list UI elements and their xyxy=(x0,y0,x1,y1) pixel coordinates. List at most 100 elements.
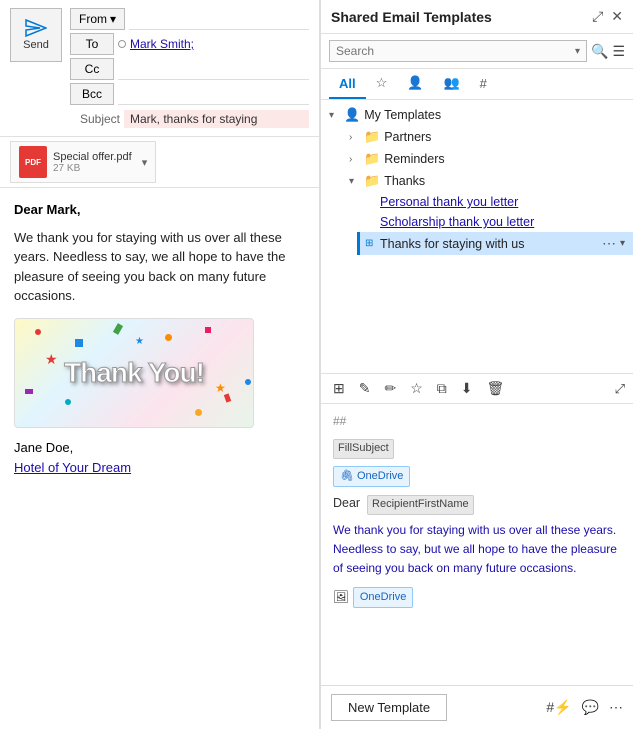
more-options-icon[interactable]: ⋯ xyxy=(609,699,623,716)
preview-dear: Dear RecipientFirstName xyxy=(333,493,621,515)
delete-icon[interactable]: 🗑 xyxy=(483,378,509,399)
person-icon: 👤 xyxy=(344,107,360,123)
edit-template-icon[interactable]: ✎ xyxy=(355,378,375,399)
attachment-info: Special offer.pdf 27 KB xyxy=(53,151,132,174)
email-header: Send From ▾ To Mark Smith; xyxy=(0,0,319,137)
template-icon: ⊞ xyxy=(365,238,377,249)
tab-shared[interactable]: 👥 xyxy=(433,69,469,99)
search-input[interactable] xyxy=(336,44,575,58)
recipient-first-name-tag: RecipientFirstName xyxy=(367,495,474,515)
copy-icon[interactable]: ⧉ xyxy=(433,378,451,399)
from-button[interactable]: From ▾ xyxy=(70,8,125,30)
template-toolbar: ⊞ ✎ ✏ ☆ ⧉ ⬇ 🗑 ⤢ xyxy=(321,373,633,404)
pencil-icon[interactable]: ✏ xyxy=(380,378,400,399)
download-icon[interactable]: ⬇ xyxy=(457,378,477,399)
to-label: To xyxy=(86,37,99,51)
expand-icon[interactable]: ⤢ xyxy=(615,381,625,397)
pdf-icon: PDF xyxy=(19,146,47,178)
recipient-name[interactable]: Mark Smith; xyxy=(130,37,194,51)
onedrive-tag: 🖇 OneDrive xyxy=(333,466,410,488)
filter-icon[interactable]: ☰ xyxy=(612,43,625,60)
email-body-text: We thank you for staying with us over al… xyxy=(14,228,305,306)
right-panel: Shared Email Templates ⤢ ✕ ▾ 🔍 ☰ All ☆ 👤… xyxy=(320,0,633,729)
bcc-label: Bcc xyxy=(82,87,102,101)
search-bar: ▾ 🔍 ☰ xyxy=(321,34,633,69)
more-button[interactable]: ⋯ xyxy=(598,235,620,252)
tree-item-personal-thank[interactable]: Personal thank you letter xyxy=(357,192,633,212)
folder-icon: 📁 xyxy=(364,129,380,145)
attachment-chevron: ▾ xyxy=(142,156,148,169)
attachment-name: Special offer.pdf xyxy=(53,151,132,163)
folder-icon: 📁 xyxy=(364,151,380,167)
bcc-input[interactable] xyxy=(118,83,309,105)
search-dropdown-icon[interactable]: ▾ xyxy=(575,46,580,57)
attachment-symbol-bottom: 🖼 xyxy=(333,587,349,607)
thank-you-image: ★ ★ ★ Thank You! xyxy=(14,318,254,428)
tree-item-thanks-staying[interactable]: ⊞ Thanks for staying with us ⋯ ▾ xyxy=(357,232,633,255)
tab-personal[interactable]: 👤 xyxy=(397,69,433,99)
cc-input[interactable] xyxy=(118,58,309,80)
to-button[interactable]: To xyxy=(70,33,114,55)
preview-hash: ## xyxy=(333,412,621,431)
cc-row: Cc xyxy=(70,58,309,80)
from-label: From xyxy=(79,12,107,26)
send-icon xyxy=(25,19,47,37)
chevron-down-icon: ▾ xyxy=(349,176,361,187)
my-templates-label: My Templates xyxy=(364,108,625,122)
pin-icon[interactable]: ⤢ xyxy=(592,8,603,25)
star-icon[interactable]: ☆ xyxy=(406,378,427,399)
email-panel: Send From ▾ To Mark Smith; xyxy=(0,0,320,729)
panel-header-icons: ⤢ ✕ xyxy=(592,8,623,25)
chat-icon[interactable]: 💬 xyxy=(582,699,599,716)
new-template-label: New Template xyxy=(348,700,430,715)
tab-favorites[interactable]: ☆ xyxy=(366,69,398,99)
personal-thank-label: Personal thank you letter xyxy=(380,195,625,209)
fields-area: From ▾ To Mark Smith; Cc xyxy=(70,8,309,128)
subject-value: Mark, thanks for staying xyxy=(124,110,309,128)
onedrive-row: 🖇 OneDrive xyxy=(333,465,621,488)
chevron-right-icon: › xyxy=(349,154,361,165)
cc-button[interactable]: Cc xyxy=(70,58,114,80)
tree-item-my-templates[interactable]: ▾ 👤 My Templates xyxy=(321,104,633,126)
hotel-link[interactable]: Hotel of Your Dream xyxy=(14,460,131,475)
onedrive-bottom-tag: OneDrive xyxy=(353,587,413,609)
subject-row: Subject Mark, thanks for staying xyxy=(70,110,309,128)
chevron-right-icon: › xyxy=(349,132,361,143)
email-toolbar: Send From ▾ To Mark Smith; xyxy=(10,8,309,128)
preview-body-text: We thank you for staying with us over al… xyxy=(333,521,621,579)
attachment-symbol: 🖇 xyxy=(340,468,354,486)
tree-item-scholarship[interactable]: Scholarship thank you letter xyxy=(357,212,633,232)
send-button[interactable]: Send xyxy=(10,8,62,62)
from-chevron: ▾ xyxy=(110,12,116,26)
template-preview: ## FillSubject 🖇 OneDrive Dear Recipient… xyxy=(321,404,633,685)
signature-name: Jane Doe, xyxy=(14,438,305,459)
dropdown-arrow[interactable]: ▾ xyxy=(620,238,625,249)
tree-item-partners[interactable]: › 📁 Partners xyxy=(341,126,633,148)
lightning-icon[interactable]: #⚡ xyxy=(546,699,571,716)
selected-bar xyxy=(357,232,360,255)
thank-you-text: Thank You! xyxy=(64,352,204,394)
reminders-label: Reminders xyxy=(384,152,625,166)
close-icon[interactable]: ✕ xyxy=(611,8,623,25)
tab-all[interactable]: All xyxy=(329,70,366,99)
search-input-wrap: ▾ xyxy=(329,40,587,62)
scholarship-label: Scholarship thank you letter xyxy=(380,215,625,229)
subject-label: Subject xyxy=(70,112,120,126)
paste-to-email-icon[interactable]: ⊞ xyxy=(329,378,349,399)
attachment-item[interactable]: PDF Special offer.pdf 27 KB ▾ xyxy=(10,141,156,183)
new-template-button[interactable]: New Template xyxy=(331,694,447,721)
footer-icons: #⚡ 💬 ⋯ xyxy=(546,699,623,716)
tree-item-reminders[interactable]: › 📁 Reminders xyxy=(341,148,633,170)
bcc-button[interactable]: Bcc xyxy=(70,83,114,105)
search-icon[interactable]: 🔍 xyxy=(591,43,608,60)
recipient-field: Mark Smith; xyxy=(118,37,194,51)
thanks-staying-label: Thanks for staying with us xyxy=(380,237,598,251)
dear-text: Dear xyxy=(333,496,360,510)
from-input[interactable] xyxy=(129,8,309,30)
send-label: Send xyxy=(23,39,49,51)
tree-item-thanks-folder[interactable]: ▾ 📁 Thanks xyxy=(341,170,633,192)
panel-header: Shared Email Templates ⤢ ✕ xyxy=(321,0,633,34)
tab-hash[interactable]: # xyxy=(470,70,497,99)
fill-subject-row: FillSubject xyxy=(333,437,621,459)
email-greeting: Dear Mark, xyxy=(14,200,305,220)
